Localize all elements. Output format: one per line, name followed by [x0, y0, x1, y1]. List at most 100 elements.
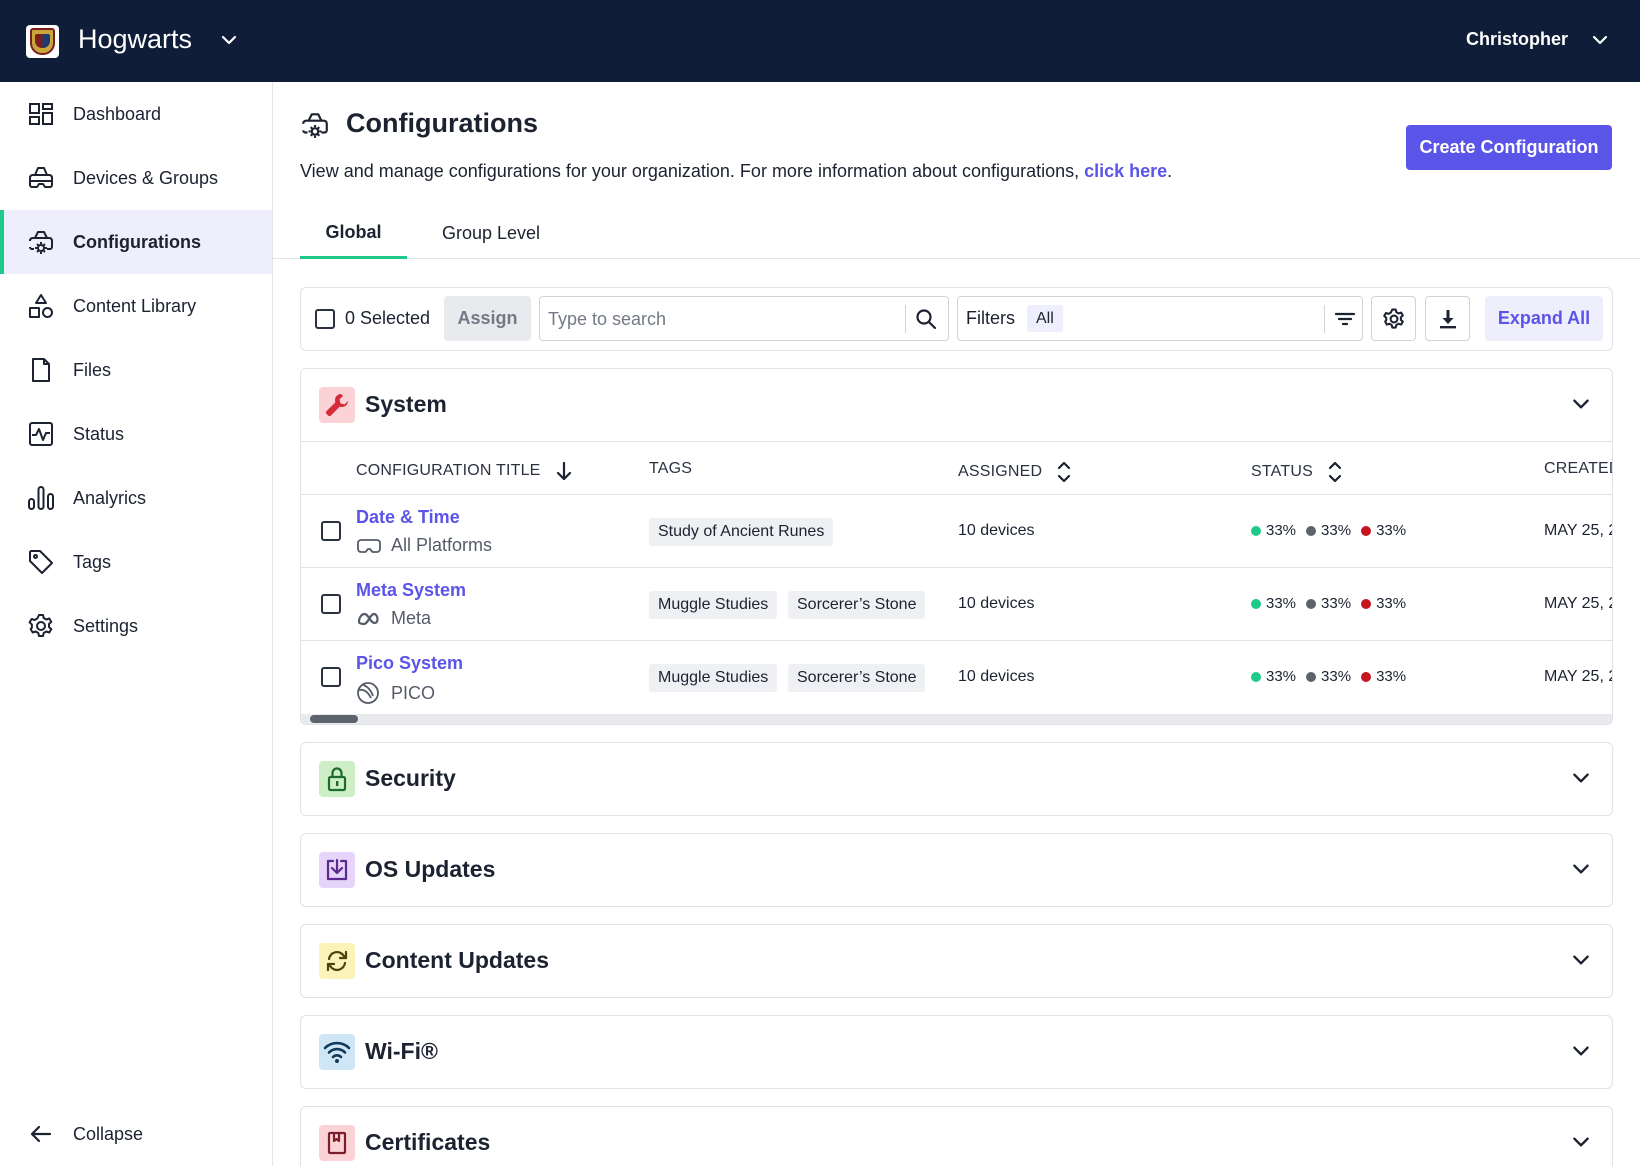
toolbar: 0 Selected Assign Filters All Expand All [300, 287, 1613, 351]
row-title-link[interactable]: Pico System [356, 653, 463, 674]
header-label: TAGS [649, 460, 693, 477]
section-title: System [365, 391, 447, 417]
platform-label: Meta [391, 608, 432, 628]
horizontal-scrollbar[interactable] [301, 714, 1612, 724]
column-header-status[interactable]: STATUS [1251, 460, 1343, 484]
status-dot-green [1251, 598, 1261, 609]
assign-button[interactable]: Assign [444, 296, 531, 341]
divider [1324, 305, 1325, 333]
section-header[interactable]: System [301, 369, 1612, 441]
section-header[interactable]: Security [301, 743, 1612, 815]
row-checkbox[interactable] [321, 521, 341, 541]
refresh-icon [326, 950, 348, 972]
status-value: 33% [1266, 522, 1297, 539]
search-box [539, 296, 949, 341]
download-box-icon [326, 858, 348, 881]
sidebar-item-analyrics[interactable]: Analyrics [0, 466, 272, 530]
status-dot-red [1361, 671, 1372, 682]
sidebar-item-tags[interactable]: Tags [0, 530, 272, 594]
user-chevron-down-icon[interactable] [1590, 30, 1610, 50]
section-system: System CONFIGURATION TITLE TAGS ASSIGNED… [300, 368, 1613, 725]
assigned-count: 10 devices [958, 522, 1035, 539]
divider [905, 305, 906, 333]
create-configuration-button[interactable]: Create Configuration [1406, 125, 1612, 170]
user-name[interactable]: Christopher [1466, 29, 1568, 50]
collapse-label: Collapse [73, 1123, 144, 1144]
tag-chip[interactable]: Sorcerer’s Stone [788, 591, 926, 619]
row-checkbox[interactable] [321, 667, 341, 687]
table-row[interactable]: Meta System Meta Muggle Studies Sorcerer… [301, 568, 1612, 641]
column-header-created[interactable]: CREATED [1544, 460, 1612, 478]
tag-chip[interactable]: Muggle Studies [649, 664, 778, 692]
row-checkbox[interactable] [321, 594, 341, 614]
wifi-icon [323, 1041, 351, 1063]
row-title-link[interactable]: Meta System [356, 580, 466, 601]
click-here-link[interactable]: click here [1084, 161, 1167, 181]
column-header-assigned[interactable]: ASSIGNED [958, 460, 1072, 484]
section-os-updates: OS Updates [300, 833, 1613, 907]
sidebar-item-dashboard[interactable]: Dashboard [0, 82, 272, 146]
status-online: 33% [1251, 668, 1296, 685]
settings-button[interactable] [1371, 296, 1416, 341]
status-failed: 33% [1361, 522, 1406, 539]
tag-chip[interactable]: Sorcerer’s Stone [788, 664, 926, 692]
chevron-down-icon[interactable] [1570, 767, 1592, 789]
assigned-count: 10 devices [958, 595, 1035, 612]
tab-group-level[interactable]: Group Level [421, 208, 561, 259]
download-button[interactable] [1425, 296, 1470, 341]
status-failed: 33% [1361, 595, 1406, 612]
chevron-down-icon[interactable] [1570, 858, 1592, 880]
expand-all-button[interactable]: Expand All [1485, 296, 1603, 341]
sort-icon [1058, 461, 1071, 483]
sidebar-item-files[interactable]: Files [0, 338, 272, 402]
sidebar-item-label: Configurations [73, 231, 201, 252]
section-header[interactable]: OS Updates [301, 834, 1612, 906]
table-row[interactable]: Date & Time All Platforms Study of Ancie… [301, 495, 1612, 568]
status-value: 33% [1266, 668, 1297, 685]
org-chevron-down-icon[interactable] [219, 30, 239, 50]
row-title-link[interactable]: Date & Time [356, 507, 460, 528]
filter-chip[interactable]: All [1027, 305, 1063, 332]
org-logo [26, 25, 59, 58]
filter-box[interactable]: Filters All [957, 296, 1363, 341]
chevron-down-icon[interactable] [1570, 949, 1592, 971]
section-header[interactable]: Content Updates [301, 925, 1612, 997]
header-label: CREATED [1544, 460, 1612, 477]
org-name[interactable]: Hogwarts [78, 24, 192, 55]
sidebar-item-configurations[interactable]: Configurations [0, 210, 272, 274]
section-security: Security [300, 742, 1613, 816]
section-header[interactable]: Certificates [301, 1107, 1612, 1166]
chevron-down-icon[interactable] [1570, 1040, 1592, 1062]
table-row[interactable]: Pico System PICO Muggle Studies Sorcerer… [301, 641, 1612, 714]
status-value: 33% [1376, 668, 1407, 685]
sidebar-item-settings[interactable]: Settings [0, 594, 272, 658]
tab-global[interactable]: Global [300, 208, 407, 259]
search-input[interactable] [548, 307, 893, 331]
description-text: View and manage configurations for your … [300, 161, 1085, 181]
status-dot-gray [1306, 671, 1317, 682]
file-icon [32, 358, 50, 382]
status-value: 33% [1266, 595, 1297, 612]
section-icon-box [319, 761, 355, 797]
chevron-down-icon[interactable] [1570, 1131, 1592, 1153]
select-all-checkbox[interactable] [315, 309, 335, 329]
sidebar-item-status[interactable]: Status [0, 402, 272, 466]
tag-chip[interactable]: Muggle Studies [649, 591, 778, 619]
scrollbar-thumb[interactable] [310, 715, 358, 723]
sidebar-item-devices-groups[interactable]: Devices & Groups [0, 146, 272, 210]
pico-logo-icon [357, 682, 379, 704]
top-bar: Hogwarts Christopher [0, 0, 1640, 82]
search-icon[interactable] [914, 307, 938, 331]
meta-logo-icon [357, 612, 379, 625]
section-title: Security [365, 765, 456, 791]
filter-lines-icon[interactable] [1333, 307, 1357, 331]
tag-chip[interactable]: Study of Ancient Runes [649, 518, 834, 546]
section-header[interactable]: Wi-Fi® [301, 1016, 1612, 1088]
chevron-down-icon[interactable] [1570, 393, 1592, 415]
row-platform: All Platforms [356, 535, 492, 556]
column-header-title[interactable]: CONFIGURATION TITLE [356, 460, 575, 482]
sidebar-item-content-library[interactable]: Content Library [0, 274, 272, 338]
header-label: CONFIGURATION TITLE [356, 462, 541, 479]
filters-label: Filters [966, 308, 1015, 328]
collapse-button[interactable]: Collapse [0, 1102, 272, 1166]
